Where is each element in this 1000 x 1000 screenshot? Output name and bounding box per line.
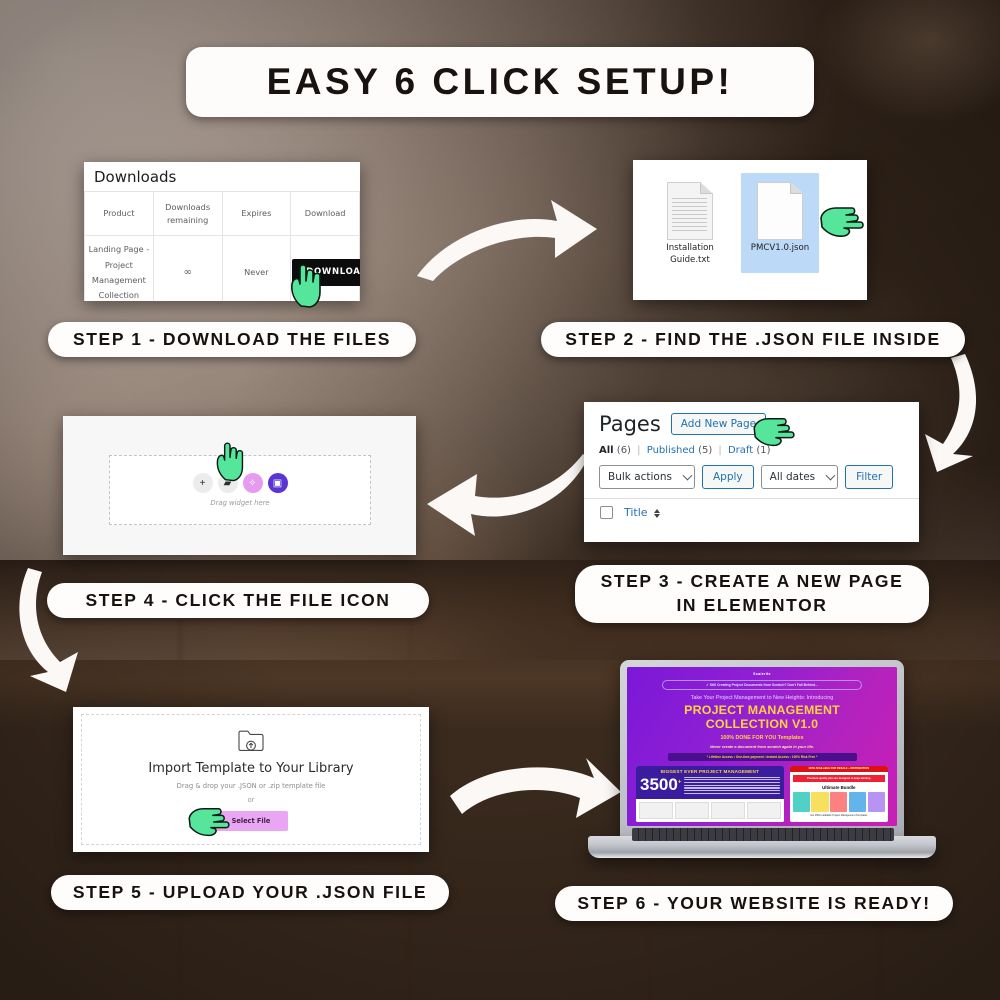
add-new-page-button[interactable]: Add New Page — [670, 413, 767, 435]
pages-header: Pages Add New Page — [584, 402, 919, 436]
laptop-lid: Scalerite ✓ Still Creating Project Docum… — [620, 660, 904, 838]
bulk-actions-value: Bulk actions — [608, 471, 672, 483]
card-right-alert: Premium quality jobs are designed to kee… — [791, 773, 886, 783]
chevron-down-icon — [682, 470, 693, 481]
col-download: Download — [290, 190, 360, 237]
col-downloads-remaining: Downloads remaining — [152, 190, 223, 237]
sales-cards: BIGGEST EVER PROJECT MANAGEMENT 3500+ NO… — [627, 761, 897, 823]
cell-expires: Never — [221, 235, 292, 301]
step5-label: STEP 5 - UPLOAD YOUR .JSON FILE — [51, 875, 449, 910]
filter-draft[interactable]: Draft — [728, 445, 753, 456]
card-right-thumbnails — [790, 791, 888, 814]
add-element-icon[interactable]: + — [192, 473, 213, 493]
card-right-title: Ultimate Bundle — [822, 784, 856, 790]
file-item[interactable]: Installation Guide.txt — [651, 182, 729, 266]
card-right-banner: NOW AVAILABLE FOR RESALE + DISTRIBUTION — [789, 765, 888, 772]
arrow-step1-to-step2 — [417, 200, 597, 281]
drag-widget-hint: Drag widget here — [210, 499, 270, 507]
sales-card-right: NOW AVAILABLE FOR RESALE + DISTRIBUTION … — [789, 765, 888, 823]
card-left-bullets — [681, 776, 780, 796]
step6-label: STEP 6 - YOUR WEBSITE IS READY! — [555, 886, 953, 921]
sales-pill: ✓ Still Creating Project Documents from … — [662, 680, 862, 691]
file-name-json: PMCV1.0.json — [750, 243, 810, 253]
column-header-title[interactable]: Title — [624, 506, 661, 519]
filter-published[interactable]: Published — [647, 445, 695, 456]
card-left-thumbnails — [636, 799, 784, 823]
sales-card-left: BIGGEST EVER PROJECT MANAGEMENT 3500+ — [636, 765, 784, 823]
page-title: EASY 6 CLICK SETUP! — [266, 61, 734, 102]
hand-cursor-icon — [753, 418, 795, 447]
pages-title: Pages — [599, 412, 661, 436]
sales-headline-line1: PROJECT MANAGEMENT — [684, 703, 840, 718]
folder-upload-icon — [238, 730, 264, 751]
sales-feature-bar: * Lifetime Access • One-time payment • I… — [667, 752, 857, 761]
select-all-checkbox[interactable] — [600, 506, 613, 519]
cell-downloads-remaining: ∞ — [152, 235, 223, 301]
step3-pages-panel: Pages Add New Page All (6) | Published (… — [584, 402, 919, 542]
step5-import-panel: Import Template to Your Library Drag & d… — [73, 707, 429, 852]
import-title: Import Template to Your Library — [148, 761, 354, 776]
import-or-divider: or — [247, 796, 255, 804]
file-item[interactable]: PMCV1.0.json — [741, 180, 819, 255]
sales-page: Scalerite ✓ Still Creating Project Docum… — [627, 667, 897, 826]
dates-value: All dates — [769, 471, 816, 483]
sales-headline-line2: COLLECTION V1.0 — [705, 716, 819, 731]
step2-label: STEP 2 - FIND THE .JSON FILE INSIDE — [541, 322, 965, 357]
text-file-icon — [667, 182, 713, 240]
sales-preheadline: Take Your Project Management to New Heig… — [690, 695, 834, 702]
card-left-number: 3500+ — [640, 774, 682, 794]
chevron-down-icon — [825, 470, 836, 481]
col-product: Product — [84, 190, 154, 237]
file-name-line2: Guide.txt — [670, 254, 710, 265]
hand-cursor-icon — [820, 207, 864, 237]
page-title-banner: EASY 6 CLICK SETUP! — [186, 47, 814, 117]
file-upload-icon[interactable]: ▣ — [267, 473, 288, 493]
sort-arrows-icon[interactable] — [654, 508, 661, 518]
dates-select[interactable]: All dates — [760, 465, 839, 489]
sales-brand: Scalerite — [753, 672, 771, 676]
filter-all[interactable]: All — [599, 445, 614, 456]
cell-product: Landing Page - Project Management Collec… — [84, 235, 154, 301]
col-expires: Expires — [221, 190, 292, 237]
sales-tagline: Never create a document from scratch aga… — [709, 743, 814, 749]
card-right-footer: Get 3500+ Editable Project Management Te… — [810, 813, 868, 817]
step3-label: STEP 3 - CREATE A NEW PAGE IN ELEMENTOR — [575, 565, 929, 623]
json-file-icon — [757, 182, 803, 240]
pages-table-header: Title — [584, 498, 919, 519]
filter-published-count: (5) — [698, 445, 713, 456]
import-drop-area[interactable]: Import Template to Your Library Drag & d… — [81, 714, 421, 845]
downloads-heading: Downloads — [94, 168, 177, 186]
step1-label: STEP 1 - DOWNLOAD THE FILES — [48, 322, 416, 357]
table-header-row: Product Downloads remaining Expires Down… — [84, 190, 360, 237]
sales-subheadline: 100% DONE FOR YOU Templates — [720, 734, 804, 741]
hand-cursor-icon — [188, 808, 230, 837]
table-nav: Bulk actions Apply All dates Filter — [584, 456, 919, 489]
hand-cursor-icon — [291, 264, 321, 308]
step6-laptop: Scalerite ✓ Still Creating Project Docum… — [588, 660, 936, 875]
bulk-actions-select[interactable]: Bulk actions — [599, 465, 695, 489]
filter-all-count: (6) — [616, 445, 631, 456]
laptop-keyboard — [632, 828, 894, 841]
step4-elementor-panel: + ▰ ✧ ▣ Drag widget here — [63, 416, 416, 555]
import-subtitle: Drag & drop your .JSON or .zip template … — [176, 782, 326, 790]
apply-button[interactable]: Apply — [701, 465, 754, 489]
laptop-screen: Scalerite ✓ Still Creating Project Docum… — [627, 667, 897, 826]
arrow-step3-to-step4 — [427, 454, 588, 536]
sales-headline: PROJECT MANAGEMENT COLLECTION V1.0 — [627, 704, 897, 730]
hand-cursor-icon — [216, 442, 244, 482]
status-filter-list: All (6) | Published (5) | Draft (1) — [599, 445, 771, 456]
step4-label: STEP 4 - CLICK THE FILE ICON — [47, 583, 429, 618]
filter-button[interactable]: Filter — [845, 465, 894, 489]
file-name-line1: Installation — [666, 243, 714, 253]
card-left-title: BIGGEST EVER PROJECT MANAGEMENT — [660, 768, 759, 774]
